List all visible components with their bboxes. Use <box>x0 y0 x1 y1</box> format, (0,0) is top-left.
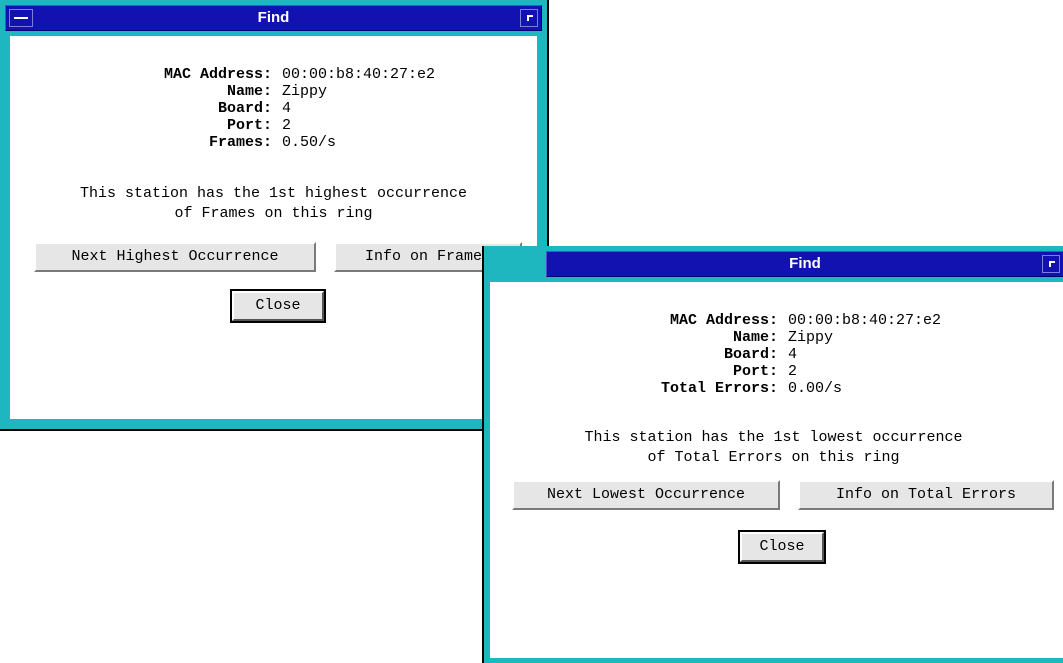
field-value: 2 <box>788 363 798 380</box>
field-value: 2 <box>282 117 292 134</box>
field-value: 00:00:b8:40:27:e2 <box>282 66 436 83</box>
field-name: Name: Zippy <box>60 83 435 100</box>
dialog-body: MAC Address: 00:00:b8:40:27:e2 Name: Zippy… <box>490 282 1063 658</box>
field-value: 00:00:b8:40:27:e2 <box>788 312 942 329</box>
occurrence-message: This station has the 1st highest occurre… <box>10 184 537 224</box>
window-title: Find <box>789 255 821 272</box>
maximize-icon[interactable] <box>520 9 538 27</box>
close-button[interactable]: Close <box>738 530 826 564</box>
field-value: 0.00/s <box>788 380 843 397</box>
field-label: Board: <box>723 346 778 363</box>
field-board: Board: 4 <box>60 100 435 117</box>
field-frames: Frames: 0.50/s <box>60 134 435 151</box>
message-line: This station has the 1st highest occurre… <box>79 185 468 202</box>
field-port: Port: 2 <box>60 117 435 134</box>
dialog-body: MAC Address: 00:00:b8:40:27:e2 Name: Zippy… <box>10 36 537 419</box>
station-info: MAC Address: 00:00:b8:40:27:e2 Name: Zippy… <box>520 312 941 397</box>
field-total-errors: Total Errors: 0.00/s <box>520 380 941 397</box>
field-label: Board: <box>217 100 272 117</box>
field-label: Port: <box>226 117 272 134</box>
field-port: Port: 2 <box>520 363 941 380</box>
message-line: of Total Errors on this ring <box>647 449 900 466</box>
field-value: 4 <box>282 100 292 117</box>
field-mac-address: MAC Address: 00:00:b8:40:27:e2 <box>520 312 941 329</box>
station-info: MAC Address: 00:00:b8:40:27:e2 Name: Zippy… <box>60 66 435 151</box>
find-dialog-total-errors: Find MAC Address: 00:00:b8:40:27:e2 Name:… <box>482 246 1063 663</box>
field-label: Name: <box>732 329 778 346</box>
title-bar[interactable]: Find <box>546 251 1063 277</box>
find-dialog-frames: Find MAC Address: 00:00:b8:40:27:e2 Name:… <box>0 0 549 431</box>
field-label: Frames: <box>208 134 272 151</box>
field-label: MAC Address: <box>669 312 778 329</box>
field-value: 4 <box>788 346 798 363</box>
occurrence-message: This station has the 1st lowest occurren… <box>490 428 1057 468</box>
window-title: Find <box>257 9 290 26</box>
field-name: Name: Zippy <box>520 329 941 346</box>
field-label: Total Errors: <box>660 380 778 397</box>
field-value: Zippy <box>282 83 328 100</box>
close-button[interactable]: Close <box>230 289 326 323</box>
field-value: 0.50/s <box>282 134 337 151</box>
next-highest-occurrence-button[interactable]: Next Highest Occurrence <box>34 242 316 272</box>
field-label: MAC Address: <box>163 66 272 83</box>
field-label: Name: <box>226 83 272 100</box>
field-mac-address: MAC Address: 00:00:b8:40:27:e2 <box>60 66 435 83</box>
maximize-icon[interactable] <box>1042 255 1060 273</box>
title-bar[interactable]: Find <box>5 5 542 31</box>
field-board: Board: 4 <box>520 346 941 363</box>
next-lowest-occurrence-button[interactable]: Next Lowest Occurrence <box>512 480 780 510</box>
message-line: of Frames on this ring <box>174 205 373 222</box>
info-on-total-errors-button[interactable]: Info on Total Errors <box>798 480 1054 510</box>
field-label: Port: <box>732 363 778 380</box>
field-value: Zippy <box>788 329 834 346</box>
message-line: This station has the 1st lowest occurren… <box>584 429 963 446</box>
